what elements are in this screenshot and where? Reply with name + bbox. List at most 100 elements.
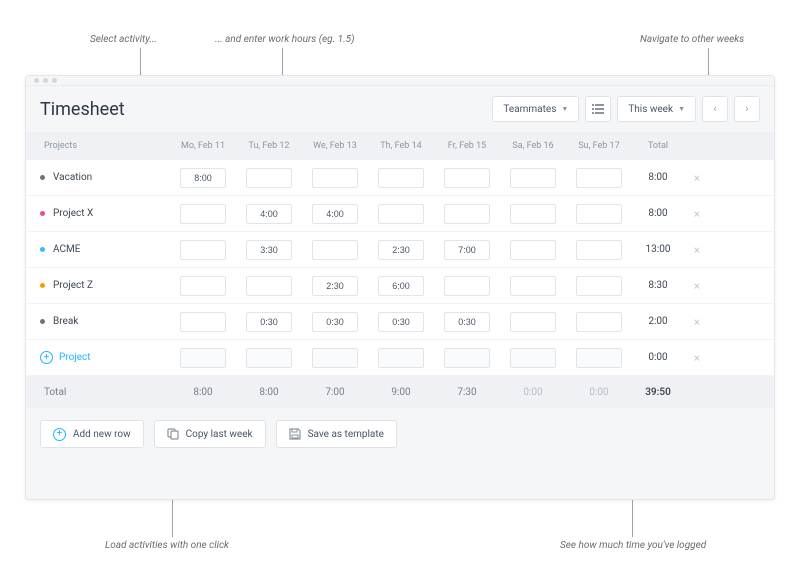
- hours-input[interactable]: [246, 348, 292, 368]
- hours-input[interactable]: [180, 276, 226, 296]
- remove-row-button[interactable]: ×: [684, 243, 710, 257]
- list-view-button[interactable]: [585, 96, 611, 122]
- hours-input[interactable]: [378, 204, 424, 224]
- remove-row-button[interactable]: ×: [684, 315, 710, 329]
- table-row: Project Z8:30×: [26, 268, 774, 304]
- header-controls: Teammates ▼ This week ▼ ‹ ›: [492, 96, 760, 122]
- callout-load-activities: Load activities with one click: [105, 540, 229, 551]
- chevron-right-icon: ›: [745, 104, 748, 115]
- project-color-dot: [40, 211, 45, 216]
- copy-last-week-button[interactable]: Copy last week: [154, 420, 266, 448]
- teammates-dropdown[interactable]: Teammates ▼: [492, 96, 579, 122]
- project-cell[interactable]: Break: [40, 316, 170, 327]
- next-week-button[interactable]: ›: [734, 96, 760, 122]
- remove-row-button[interactable]: ×: [684, 171, 710, 185]
- hours-input[interactable]: [510, 348, 556, 368]
- col-projects: Projects: [40, 141, 170, 151]
- traffic-light-dot: [34, 78, 39, 83]
- totals-row: Total 8:00 8:00 7:00 9:00 7:30 0:00 0:00…: [26, 376, 774, 408]
- hours-input[interactable]: [378, 240, 424, 260]
- hours-input[interactable]: [180, 204, 226, 224]
- teammates-label: Teammates: [503, 104, 556, 115]
- project-name: Project Z: [53, 280, 93, 291]
- hours-input[interactable]: [510, 276, 556, 296]
- chevron-down-icon: ▼: [561, 105, 568, 113]
- add-project-button[interactable]: +Project: [40, 351, 170, 364]
- hours-input[interactable]: [444, 168, 490, 188]
- day-total: 8:00: [236, 387, 302, 398]
- hours-input[interactable]: [312, 312, 358, 332]
- hours-input[interactable]: [510, 204, 556, 224]
- col-day: Fr, Feb 15: [434, 141, 500, 151]
- hours-input[interactable]: [576, 168, 622, 188]
- project-cell[interactable]: Project X: [40, 208, 170, 219]
- table-row: Project X8:00×: [26, 196, 774, 232]
- hours-input[interactable]: [312, 348, 358, 368]
- week-dropdown[interactable]: This week ▼: [617, 96, 696, 122]
- hours-input[interactable]: [246, 168, 292, 188]
- col-day: Mo, Feb 11: [170, 141, 236, 151]
- hours-input[interactable]: [510, 240, 556, 260]
- page-header: Timesheet Teammates ▼ This week ▼ ‹: [26, 86, 774, 132]
- day-total: 8:00: [170, 387, 236, 398]
- hours-input[interactable]: [510, 312, 556, 332]
- day-total: 0:00: [566, 387, 632, 398]
- hours-input[interactable]: [444, 204, 490, 224]
- hours-input[interactable]: [180, 348, 226, 368]
- traffic-light-dot: [43, 78, 48, 83]
- hours-input[interactable]: [378, 348, 424, 368]
- add-row-button[interactable]: + Add new row: [40, 420, 144, 448]
- project-cell[interactable]: Vacation: [40, 172, 170, 183]
- save-icon: [289, 428, 301, 440]
- table-header: Projects Mo, Feb 11 Tu, Feb 12 We, Feb 1…: [26, 132, 774, 160]
- hours-input[interactable]: [180, 312, 226, 332]
- callout-time-logged: See how much time you've logged: [560, 540, 706, 551]
- hours-input[interactable]: [576, 276, 622, 296]
- remove-row-button[interactable]: ×: [684, 351, 710, 365]
- col-day: Sa, Feb 16: [500, 141, 566, 151]
- row-total: 0:00: [632, 352, 684, 363]
- hours-input[interactable]: [510, 168, 556, 188]
- chevron-down-icon: ▼: [678, 105, 685, 113]
- hours-input[interactable]: [312, 240, 358, 260]
- hours-input[interactable]: [576, 204, 622, 224]
- hours-input[interactable]: [246, 276, 292, 296]
- hours-input[interactable]: [576, 348, 622, 368]
- day-total: 9:00: [368, 387, 434, 398]
- project-name: ACME: [53, 244, 80, 255]
- hours-input[interactable]: [246, 312, 292, 332]
- project-cell[interactable]: Project Z: [40, 280, 170, 291]
- list-icon: [592, 104, 604, 114]
- hours-input[interactable]: [444, 348, 490, 368]
- hours-input[interactable]: [312, 168, 358, 188]
- table-row: Break2:00×: [26, 304, 774, 340]
- hours-input[interactable]: [246, 204, 292, 224]
- hours-input[interactable]: [444, 312, 490, 332]
- hours-input[interactable]: [246, 240, 292, 260]
- day-total: 0:00: [500, 387, 566, 398]
- hours-input[interactable]: [444, 276, 490, 296]
- hours-input[interactable]: [312, 276, 358, 296]
- hours-input[interactable]: [576, 240, 622, 260]
- project-color-dot: [40, 319, 45, 324]
- callout-select-activity: Select activity...: [90, 34, 157, 45]
- remove-row-button[interactable]: ×: [684, 207, 710, 221]
- prev-week-button[interactable]: ‹: [702, 96, 728, 122]
- hours-input[interactable]: [378, 276, 424, 296]
- hours-input[interactable]: [378, 312, 424, 332]
- hours-input[interactable]: [180, 240, 226, 260]
- remove-row-button[interactable]: ×: [684, 279, 710, 293]
- project-color-dot: [40, 283, 45, 288]
- project-name: Vacation: [53, 172, 92, 183]
- hours-input[interactable]: [378, 168, 424, 188]
- hours-input[interactable]: [444, 240, 490, 260]
- hours-input[interactable]: [180, 168, 226, 188]
- save-template-button[interactable]: Save as template: [276, 420, 397, 448]
- grand-total: 39:50: [632, 387, 684, 398]
- action-bar: + Add new row Copy last week Save as tem…: [26, 408, 774, 460]
- table-body: Vacation8:00×Project X8:00×ACME13:00×Pro…: [26, 160, 774, 376]
- window-titlebar: [26, 76, 774, 86]
- hours-input[interactable]: [576, 312, 622, 332]
- hours-input[interactable]: [312, 204, 358, 224]
- project-cell[interactable]: ACME: [40, 244, 170, 255]
